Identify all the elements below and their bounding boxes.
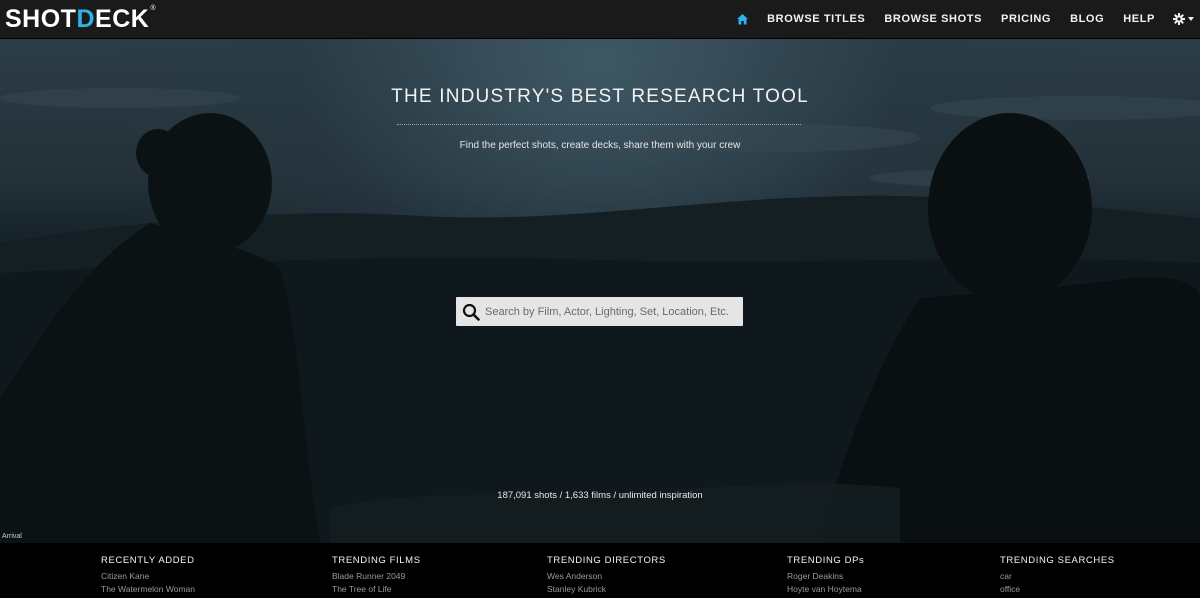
nav-blog[interactable]: BLOG	[1070, 0, 1104, 38]
top-navbar: SHOT D ECK ® BROWSE TITLES BROWSE SHOTS PRI…	[0, 0, 1200, 39]
footer-heading: TRENDING SEARCHES	[1000, 555, 1115, 566]
logo-registered-mark: ®	[150, 5, 156, 12]
search-bar[interactable]	[456, 297, 743, 326]
gear-icon	[1173, 13, 1185, 25]
footer-link[interactable]: Hoyte van Hoytema	[787, 583, 864, 596]
footer-heading: TRENDING DPs	[787, 555, 865, 566]
nav-browse-titles[interactable]: BROWSE TITLES	[767, 0, 865, 38]
footer-column-trending-directors: TRENDING DIRECTORS Wes Anderson Stanley …	[547, 555, 666, 596]
site-stats: 187,091 shots / 1,633 films / unlimited …	[497, 490, 703, 501]
footer-link[interactable]: office	[1000, 583, 1115, 596]
footer-column-trending-searches: TRENDING SEARCHES car office	[1000, 555, 1115, 596]
hero-image-caption[interactable]: Arrival	[2, 533, 22, 540]
hero-background-image	[0, 88, 1200, 543]
footer-link[interactable]: Stanley Kubrick	[547, 583, 666, 596]
chevron-down-icon	[1188, 17, 1194, 21]
trending-footer: RECENTLY ADDED Citizen Kane The Watermel…	[0, 543, 1200, 598]
settings-menu-toggle[interactable]	[1173, 13, 1194, 25]
footer-heading: TRENDING FILMS	[332, 555, 421, 566]
footer-heading: RECENTLY ADDED	[101, 555, 195, 566]
logo-text-deck: ECK	[95, 5, 150, 33]
footer-link[interactable]: The Watermelon Woman	[101, 583, 195, 596]
nav-help[interactable]: HELP	[1123, 0, 1155, 38]
footer-link[interactable]: car	[1000, 570, 1115, 583]
hero-section: THE INDUSTRY'S BEST RESEARCH TOOL Find t…	[0, 38, 1200, 543]
footer-link[interactable]: Wes Anderson	[547, 570, 666, 583]
nav-browse-shots[interactable]: BROWSE SHOTS	[884, 0, 982, 38]
footer-column-recently-added: RECENTLY ADDED Citizen Kane The Watermel…	[101, 555, 195, 596]
footer-column-trending-dps: TRENDING DPs Roger Deakins Hoyte van Hoy…	[787, 555, 864, 596]
footer-link[interactable]: Roger Deakins	[787, 570, 864, 583]
hero-subtitle: Find the perfect shots, create decks, sh…	[459, 140, 741, 151]
nav-pricing[interactable]: PRICING	[1001, 0, 1051, 38]
footer-link[interactable]: Citizen Kane	[101, 570, 195, 583]
footer-link[interactable]: Blade Runner 2049	[332, 570, 421, 583]
logo-text-deck-accent: D	[76, 5, 96, 33]
shotdeck-logo[interactable]: SHOT D ECK ®	[5, 5, 156, 33]
hero-divider	[397, 124, 801, 125]
footer-link[interactable]: The Tree of Life	[332, 583, 421, 596]
nav-menu: BROWSE TITLES BROWSE SHOTS PRICING BLOG …	[736, 0, 1200, 38]
hero-title: THE INDUSTRY'S BEST RESEARCH TOOL	[391, 86, 809, 107]
footer-column-trending-films: TRENDING FILMS Blade Runner 2049 The Tre…	[332, 555, 421, 596]
logo-text-shot: SHOT	[5, 5, 77, 33]
footer-heading: TRENDING DIRECTORS	[547, 555, 666, 566]
home-icon[interactable]	[736, 13, 749, 26]
search-icon[interactable]	[462, 303, 480, 321]
search-input[interactable]	[485, 305, 735, 318]
page: SHOT D ECK ® BROWSE TITLES BROWSE SHOTS PRI…	[0, 0, 1200, 598]
